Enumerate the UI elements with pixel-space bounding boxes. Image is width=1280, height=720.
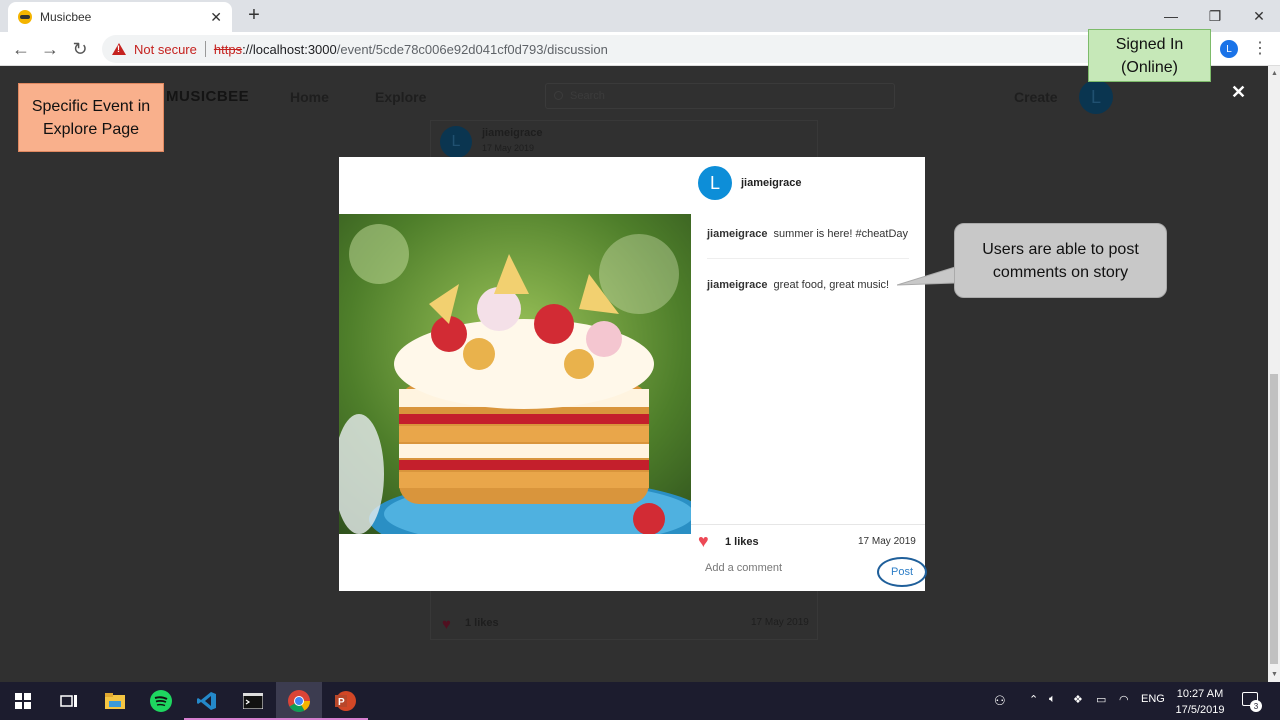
annotation-users-comment: Users are able to post comments on story (954, 223, 1167, 298)
post-date: 17 May 2019 (858, 536, 916, 547)
url-path: /event/5cde78c006e92d041cf0d793/discussi… (336, 41, 608, 57)
comment-user[interactable]: jiameigrace (707, 228, 768, 240)
chrome-icon[interactable] (276, 682, 322, 720)
background-post-likes: 1 likes (465, 617, 499, 629)
post-button[interactable]: Post (877, 557, 927, 587)
nav-home-link[interactable]: Home (290, 89, 329, 105)
wifi-icon[interactable]: ◠ (1119, 693, 1129, 706)
vscode-icon[interactable] (184, 682, 230, 720)
search-icon (554, 91, 563, 100)
show-hidden-icons-icon[interactable]: ⌃ (1029, 693, 1038, 706)
powerpoint-icon[interactable]: P (322, 682, 368, 720)
scroll-up-icon[interactable]: ▲ (1271, 70, 1278, 77)
window-close-icon[interactable]: ✕ (1236, 0, 1280, 32)
people-icon[interactable]: ⚇ (994, 693, 1006, 709)
comment-input[interactable] (705, 562, 869, 574)
tab-title: Musicbee (40, 10, 92, 24)
notification-count-badge: 3 (1250, 700, 1262, 712)
tab-close-icon[interactable]: ✕ (210, 9, 222, 26)
svg-text:P: P (338, 697, 345, 708)
clock-date: 17/5/2019 (1175, 704, 1225, 716)
terminal-icon[interactable] (230, 682, 276, 720)
user-avatar[interactable]: L (1079, 80, 1113, 114)
nav-explore-link[interactable]: Explore (375, 89, 426, 105)
comment-user[interactable]: jiameigrace (707, 279, 768, 291)
comment-divider (707, 258, 909, 259)
battery-icon[interactable]: ▭ (1096, 693, 1106, 706)
annotation-specific-event: Specific Event in Explore Page (18, 83, 164, 152)
browser-tabstrip: Musicbee ✕ + — ❐ ✕ (0, 0, 1280, 32)
search-placeholder: Search (570, 90, 605, 102)
background-heart-icon: ♥ (442, 616, 451, 633)
spotify-icon[interactable] (138, 682, 184, 720)
address-bar[interactable]: Not secure https ://localhost:3000 /even… (102, 35, 1208, 63)
likes-divider (691, 524, 925, 525)
restore-icon[interactable]: ❐ (1192, 0, 1238, 32)
comment-text: great food, great music! (773, 279, 890, 291)
dropbox-icon[interactable]: ❖ (1073, 693, 1083, 706)
browser-tab[interactable]: Musicbee ✕ (8, 2, 232, 32)
minimize-icon[interactable]: — (1148, 0, 1194, 32)
musicbee-favicon-icon (18, 10, 32, 24)
forward-icon[interactable]: → (39, 38, 61, 60)
security-label: Not secure (134, 41, 197, 57)
warning-icon (112, 43, 126, 55)
back-icon[interactable]: ← (10, 38, 32, 60)
story-photo (339, 214, 691, 534)
url-host: ://localhost:3000 (242, 41, 337, 57)
cake-image (339, 214, 691, 534)
taskbar-clock[interactable]: 10:27 AM 17/5/2019 (1168, 686, 1232, 718)
background-post-date: 17 May 2019 (482, 143, 535, 153)
scrollbar-thumb[interactable] (1270, 374, 1278, 664)
background-post-like-date: 17 May 2019 (751, 617, 809, 628)
comment-item: jiameigrace great food, great music! (707, 279, 889, 291)
new-tab-icon[interactable]: + (244, 4, 264, 27)
page-scrollbar[interactable]: ▲ ▼ (1268, 66, 1280, 682)
clock-time: 10:27 AM (1176, 688, 1224, 700)
scroll-down-icon[interactable]: ▼ (1271, 671, 1278, 678)
annotation-signed-in: Signed In (Online) (1088, 29, 1211, 82)
task-view-icon[interactable] (46, 682, 92, 720)
heart-icon[interactable]: ♥ (698, 532, 709, 550)
background-post-avatar: L (440, 126, 472, 158)
browser-profile-avatar[interactable]: L (1220, 40, 1238, 58)
address-divider (204, 41, 206, 57)
start-windows-icon[interactable] (0, 682, 46, 720)
background-post-username: jiameigrace (482, 127, 543, 139)
url-scheme: https (213, 41, 243, 57)
modal-username[interactable]: jiameigrace (741, 177, 802, 189)
reload-icon[interactable]: ↻ (69, 38, 91, 60)
site-search-input[interactable]: Search (545, 83, 895, 109)
nav-create-link[interactable]: Create (1014, 89, 1058, 105)
story-modal: L jiameigrace jiameigrace summer is here!… (339, 157, 927, 591)
annotation-pointer (897, 266, 956, 286)
browser-menu-icon[interactable]: ⋮ (1252, 38, 1268, 58)
comment-text: summer is here! #cheatDay (773, 228, 909, 240)
language-indicator[interactable]: ENG (1141, 693, 1165, 705)
volume-icon[interactable]: 🔈︎ (1049, 693, 1056, 706)
windows-taskbar: P ⚇ ⌃ 🔈︎ ❖ ▭ ◠ ENG 10:27 AM 17/5/2019 3 (0, 682, 1280, 720)
site-navbar: MUSICBEE Home Explore Search Create L (0, 66, 1268, 126)
file-explorer-icon[interactable] (92, 682, 138, 720)
site-logo[interactable]: MUSICBEE (166, 88, 249, 105)
likes-count: 1 likes (725, 536, 759, 548)
comment-item: jiameigrace summer is here! #cheatDay (707, 228, 908, 240)
modal-close-icon[interactable]: ✕ (1231, 82, 1246, 103)
modal-user-avatar[interactable]: L (698, 166, 732, 200)
